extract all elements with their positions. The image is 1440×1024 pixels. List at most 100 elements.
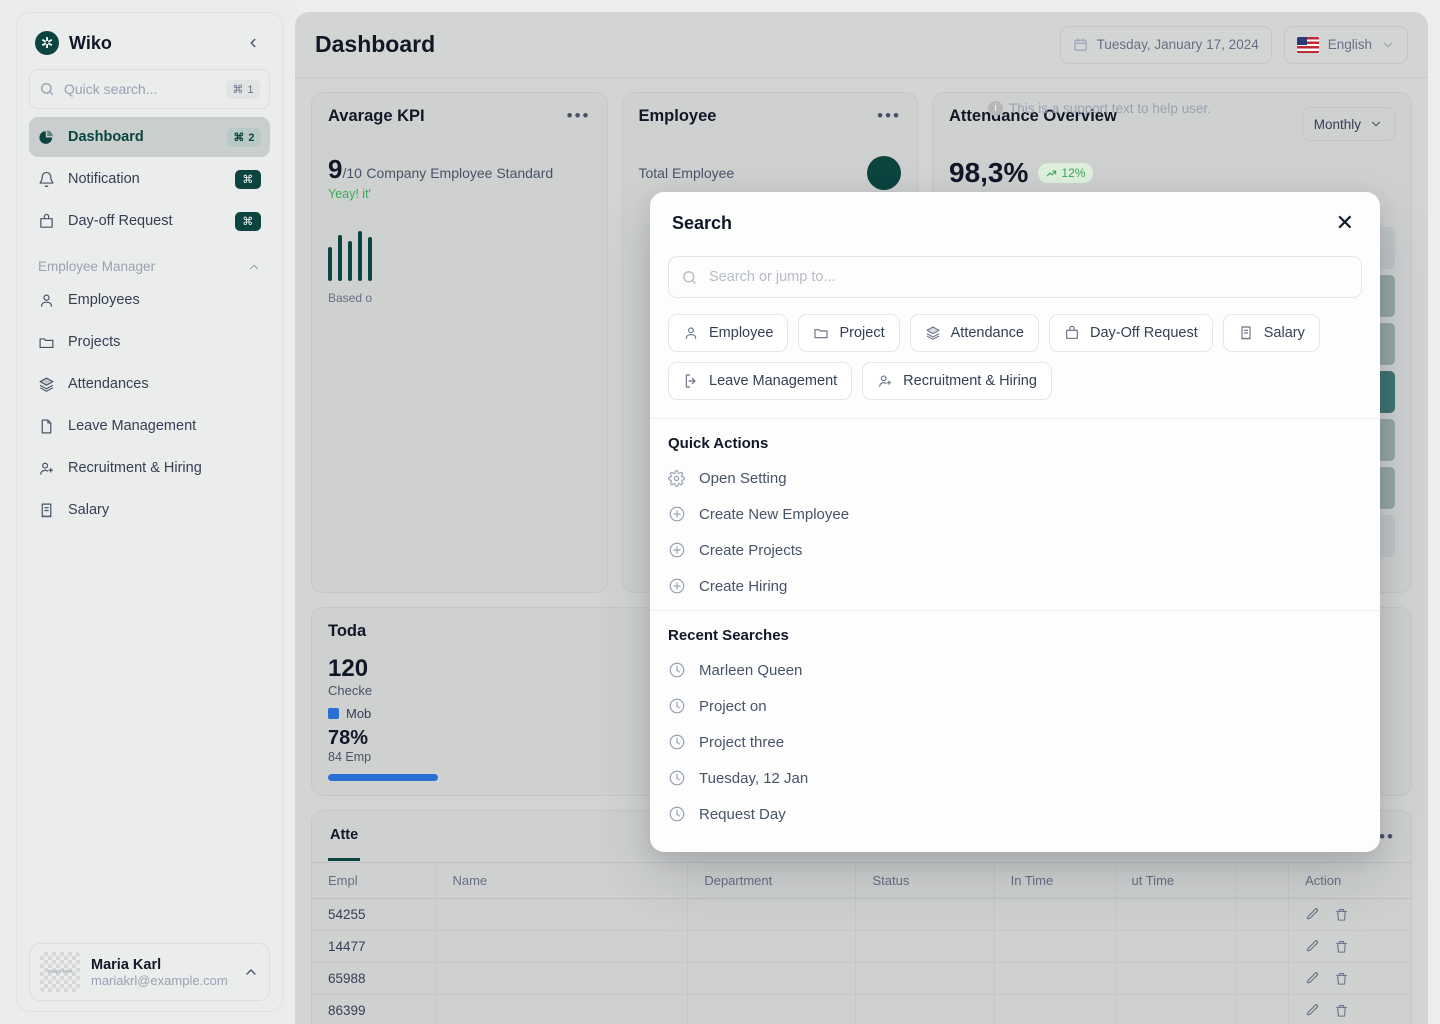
bag-icon (38, 213, 56, 230)
recent-search-label: Request Day (699, 805, 786, 823)
quick-actions-list: Open Setting Create New Employee Create Pr… (668, 460, 1362, 604)
clock-icon (668, 697, 686, 715)
sidebar: ✲ Wiko Quick search... ⌘ 1 Dashboard ⌘ 2 (0, 0, 295, 1024)
plus-circle-icon (668, 577, 686, 595)
recent-search-request-day[interactable]: Request Day (668, 796, 1362, 832)
recent-search-marleen-queen[interactable]: Marleen Queen (668, 652, 1362, 688)
chip-recruitment-hiring[interactable]: Recruitment & Hiring (862, 362, 1052, 400)
search-input[interactable] (709, 269, 1349, 285)
recent-searches-title: Recent Searches (668, 627, 789, 644)
sidebar-shortcut-dashboard: ⌘ 2 (227, 127, 261, 147)
recent-search-project-three[interactable]: Project three (668, 724, 1362, 760)
quick-search-placeholder: Quick search... (64, 81, 158, 97)
chip-label: Leave Management (709, 373, 838, 389)
sidebar-item-label: Notification (68, 171, 140, 187)
chip-label: Employee (709, 325, 774, 341)
brand: ✲ Wiko (29, 23, 270, 69)
profile-email: mariakrl@example.com (91, 972, 228, 988)
chevron-up-icon[interactable] (243, 964, 259, 980)
recent-search-project-on[interactable]: Project on (668, 688, 1362, 724)
file-icon (38, 418, 56, 435)
chevron-left-icon[interactable] (242, 36, 264, 50)
quick-actions-title: Quick Actions (668, 435, 769, 452)
asterisk-badge-icon: ✲ (35, 31, 59, 55)
chip-label: Recruitment & Hiring (903, 373, 1037, 389)
clock-icon (668, 733, 686, 751)
search-icon (681, 269, 699, 286)
sidebar-item-label: Salary (68, 502, 110, 518)
layers-icon (925, 325, 943, 341)
chevron-up-icon (247, 260, 261, 274)
chip-label: Salary (1263, 325, 1305, 341)
quick-action-create-hiring[interactable]: Create Hiring (668, 568, 1362, 604)
plus-circle-icon (668, 541, 686, 559)
user-plus-icon (38, 460, 56, 477)
user-icon (683, 325, 701, 341)
chip-salary[interactable]: Salary (1222, 314, 1320, 352)
sidebar-item-label: Dashboard (68, 129, 144, 145)
sidebar-item-leave-management[interactable]: Leave Management (29, 406, 270, 446)
main-area: Dashboard Tuesday, January 17, 2024 Engl… (295, 0, 1440, 1024)
bell-icon (38, 171, 56, 188)
recent-search-label: Project on (699, 697, 767, 715)
sidebar-item-employees[interactable]: Employees (29, 280, 270, 320)
receipt-icon (38, 502, 56, 519)
plus-circle-icon (668, 505, 686, 523)
sidebar-item-day-off-request[interactable]: Day-off Request ⌘ (29, 201, 270, 241)
sidebar-group-employee-manager[interactable]: Employee Manager (29, 243, 270, 280)
folder-icon (38, 334, 56, 351)
quick-action-label: Create New Employee (699, 505, 850, 523)
sidebar-item-label: Leave Management (68, 418, 197, 434)
app-root: ✲ Wiko Quick search... ⌘ 1 Dashboard ⌘ 2 (0, 0, 1440, 1024)
user-icon (38, 292, 56, 309)
quick-search-input[interactable]: Quick search... ⌘ 1 (29, 69, 270, 109)
search-icon (39, 81, 55, 97)
search-modal: Search ✕ Employee Project Attendance Day-Of… (650, 192, 1380, 852)
profile-name: Maria Karl (91, 956, 162, 973)
pie-chart-icon (38, 129, 56, 146)
chip-leave-management[interactable]: Leave Management (668, 362, 853, 400)
chip-label: Attendance (950, 325, 1024, 341)
sidebar-item-notification[interactable]: Notification ⌘ (29, 159, 270, 199)
modal-title: Search (672, 212, 733, 233)
bag-icon (1064, 325, 1082, 341)
sidebar-item-label: Employees (68, 292, 140, 308)
modal-search-field[interactable] (668, 256, 1362, 298)
clock-icon (668, 769, 686, 787)
recent-search-tuesday-12-jan[interactable]: Tuesday, 12 Jan (668, 760, 1362, 796)
quick-action-label: Create Hiring (699, 577, 788, 595)
sidebar-item-projects[interactable]: Projects (29, 322, 270, 362)
sidebar-item-dashboard[interactable]: Dashboard ⌘ 2 (29, 117, 270, 157)
sidebar-shortcut-day-off: ⌘ (235, 211, 261, 231)
brand-name: Wiko (69, 32, 112, 53)
chip-label: Day-Off Request (1090, 325, 1198, 341)
quick-action-create-projects[interactable]: Create Projects (668, 532, 1362, 568)
sidebar-item-label: Day-off Request (68, 213, 173, 229)
quick-action-label: Open Setting (699, 469, 787, 487)
folder-icon (813, 325, 831, 341)
quick-action-create-new-employee[interactable]: Create New Employee (668, 496, 1362, 532)
sidebar-item-salary[interactable]: Salary (29, 490, 270, 530)
user-plus-icon (877, 373, 895, 389)
avatar: Image here (40, 952, 80, 992)
chip-project[interactable]: Project (798, 314, 900, 352)
logout-icon (683, 373, 701, 389)
gear-icon (668, 469, 686, 487)
close-icon[interactable]: ✕ (1332, 210, 1358, 236)
quick-actions-section: Quick Actions Open Setting Create New Emp… (650, 419, 1380, 610)
layers-icon (38, 376, 56, 393)
chip-day-off-request[interactable]: Day-Off Request (1049, 314, 1213, 352)
quick-action-open-setting[interactable]: Open Setting (668, 460, 1362, 496)
chip-employee[interactable]: Employee (668, 314, 789, 352)
sidebar-item-recruitment-hiring[interactable]: Recruitment & Hiring (29, 448, 270, 488)
profile-card[interactable]: Image here Maria Karl mariakrl@example.c… (29, 943, 270, 1001)
sidebar-item-label: Attendances (68, 376, 149, 392)
recent-search-label: Project three (699, 733, 785, 751)
quick-search-shortcut: ⌘ 1 (226, 79, 260, 99)
quick-action-label: Create Projects (699, 541, 803, 559)
sidebar-item-attendances[interactable]: Attendances (29, 364, 270, 404)
recent-search-label: Tuesday, 12 Jan (699, 769, 809, 787)
chip-attendance[interactable]: Attendance (909, 314, 1039, 352)
recent-searches-list: Marleen Queen Project on Project three Tues… (668, 652, 1362, 832)
